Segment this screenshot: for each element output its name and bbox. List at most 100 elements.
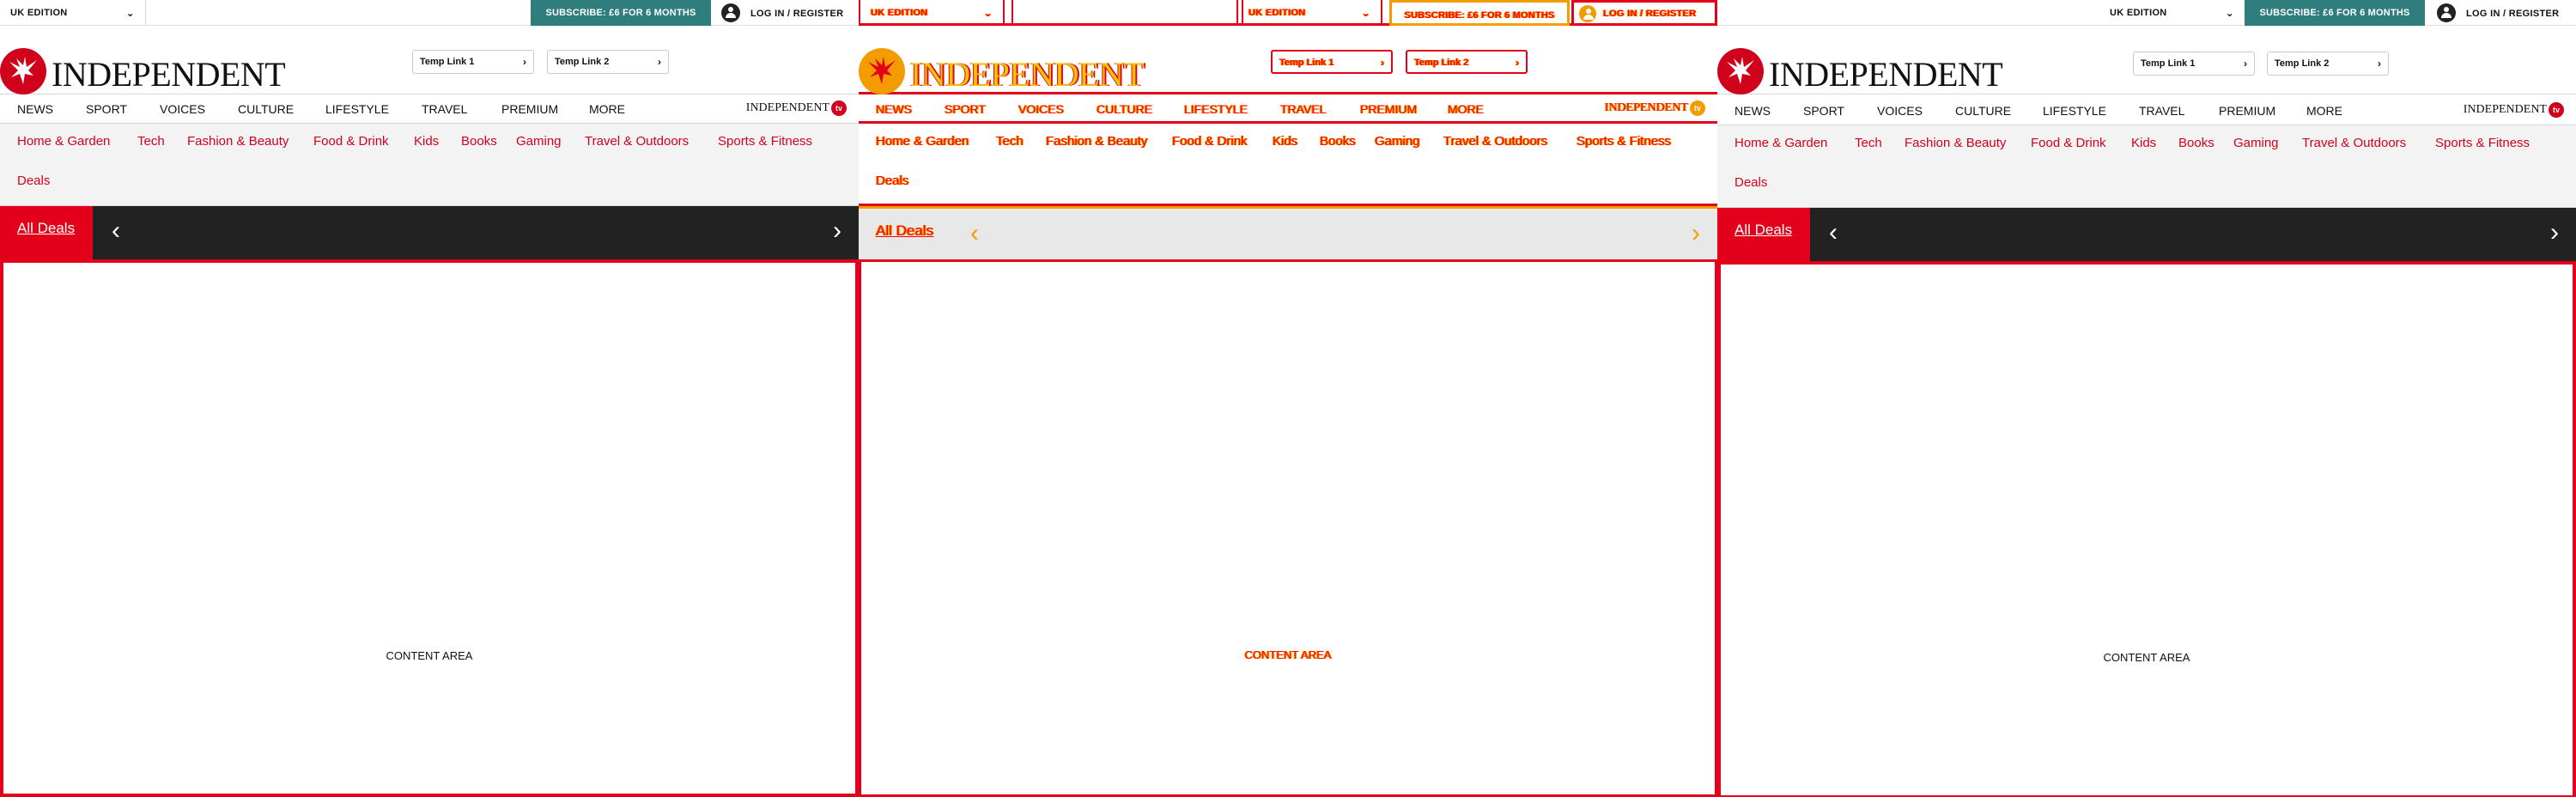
user-icon xyxy=(2437,3,2456,22)
nav-item-voices[interactable]: VOICES xyxy=(160,102,205,116)
subnav-item-kids[interactable]: Kids xyxy=(1273,134,1297,149)
nav-item-sport[interactable]: SPORT xyxy=(86,102,127,116)
content-area: CONTENT AREA xyxy=(859,259,1717,797)
edition-selector[interactable]: UK EDITION ⌄ xyxy=(859,0,1005,25)
subnav-item-travel-outdoors[interactable]: Travel & Outdoors xyxy=(1443,134,1547,149)
nav-item-premium[interactable]: PREMIUM xyxy=(2219,104,2275,118)
subnav-item-deals[interactable]: Deals xyxy=(1735,175,1767,190)
nav-item-more[interactable]: MORE xyxy=(2306,104,2342,118)
subnav-item-books[interactable]: Books xyxy=(461,134,497,149)
chevron-left-icon[interactable]: ‹ xyxy=(112,218,120,244)
chevron-left-icon[interactable]: ‹ xyxy=(1829,220,1838,246)
nav-item-news[interactable]: NEWS xyxy=(1735,104,1771,118)
edition-label: UK EDITION xyxy=(871,8,928,18)
nav-item-culture[interactable]: CULTURE xyxy=(1097,102,1152,116)
nav-item-voices[interactable]: VOICES xyxy=(1018,102,1064,116)
nav-item-sport[interactable]: SPORT xyxy=(1803,104,1844,118)
independent-tv-link[interactable]: INDEPENDENT tv xyxy=(2464,102,2564,118)
login-register-link[interactable]: LOG IN / REGISTER xyxy=(1571,0,1717,26)
independent-tv-link[interactable]: INDEPENDENT tv xyxy=(1605,100,1705,116)
subnav-item-tech[interactable]: Tech xyxy=(1855,136,1882,150)
subnav-item-gaming[interactable]: Gaming xyxy=(516,134,562,149)
subnav-item-fashion-beauty[interactable]: Fashion & Beauty xyxy=(1905,136,2006,150)
all-deals-link[interactable]: All Deals xyxy=(1717,208,1810,261)
chevron-right-icon[interactable]: › xyxy=(1692,221,1700,246)
subnav-item-sports-fitness[interactable]: Sports & Fitness xyxy=(2435,136,2530,150)
deals-carousel-bar: All Deals ‹ › xyxy=(859,206,1717,262)
nav-item-more[interactable]: MORE xyxy=(1448,102,1484,116)
chevron-down-icon: ⌄ xyxy=(983,7,993,19)
itv-label: INDEPENDENT xyxy=(1604,101,1688,115)
temp-link-1[interactable]: Temp Link 1 › xyxy=(412,50,534,74)
temp-link-2[interactable]: Temp Link 2 › xyxy=(547,50,669,74)
login-label: LOG IN / REGISTER xyxy=(2466,9,2560,19)
nav-item-travel[interactable]: TRAVEL xyxy=(1280,102,1326,116)
subnav-item-home-garden[interactable]: Home & Garden xyxy=(1735,136,1827,150)
temp-link-2[interactable]: Temp Link 2 › xyxy=(2267,52,2389,76)
subscribe-button[interactable]: SUBSCRIBE: £6 FOR 6 MONTHS xyxy=(2245,0,2425,26)
subnav-item-sports-fitness[interactable]: Sports & Fitness xyxy=(718,134,812,149)
edition-label: UK EDITION xyxy=(1249,8,1306,18)
nav-item-news[interactable]: NEWS xyxy=(17,102,53,116)
nav-item-lifestyle[interactable]: LIFESTYLE xyxy=(2043,104,2106,118)
nav-item-travel[interactable]: TRAVEL xyxy=(2139,104,2184,118)
subnav-item-deals[interactable]: Deals xyxy=(17,173,50,188)
edition-selector[interactable]: UK EDITION ⌄ xyxy=(2099,0,2245,25)
masthead: INDEPENDENT Temp Link 1 › Temp Link 2 › xyxy=(1717,26,2576,94)
subnav-item-tech[interactable]: Tech xyxy=(137,134,165,149)
itv-label: INDEPENDENT xyxy=(2463,103,2547,117)
logo-wordmark: INDEPENDENT xyxy=(52,55,286,94)
subnav-item-deals[interactable]: Deals xyxy=(876,173,908,188)
subscribe-label: SUBSCRIBE: £6 FOR 6 MONTHS xyxy=(545,8,696,18)
chevron-right-icon[interactable]: › xyxy=(833,218,841,244)
all-deals-link[interactable]: All Deals xyxy=(859,209,951,262)
nav-item-travel[interactable]: TRAVEL xyxy=(422,102,467,116)
subnav-item-books[interactable]: Books xyxy=(1320,134,1356,149)
temp-link-1[interactable]: Temp Link 1 › xyxy=(2133,52,2255,76)
nav-item-sport[interactable]: SPORT xyxy=(945,102,986,116)
main-nav: NEWS SPORT VOICES CULTURE LIFESTYLE TRAV… xyxy=(1717,96,2576,125)
content-area: CONTENT AREA xyxy=(0,259,859,797)
subnav-item-kids[interactable]: Kids xyxy=(414,134,439,149)
subnav-item-home-garden[interactable]: Home & Garden xyxy=(876,134,969,149)
edition-selector[interactable]: UK EDITION ⌄ xyxy=(0,0,146,25)
nav-item-culture[interactable]: CULTURE xyxy=(1955,104,2011,118)
subnav-item-travel-outdoors[interactable]: Travel & Outdoors xyxy=(585,134,689,149)
masthead: INDEPENDENT Temp Link 1 › Temp Link 2 › xyxy=(0,26,859,94)
subnav-item-home-garden[interactable]: Home & Garden xyxy=(17,134,110,149)
subnav-item-food-drink[interactable]: Food & Drink xyxy=(313,134,389,149)
temp-link-1[interactable]: Temp Link 1 › xyxy=(1271,50,1393,74)
subscribe-button[interactable]: SUBSCRIBE: £6 FOR 6 MONTHS xyxy=(531,0,711,26)
nav-item-news[interactable]: NEWS xyxy=(876,102,912,116)
chevron-right-icon: › xyxy=(523,56,526,68)
subnav-item-gaming[interactable]: Gaming xyxy=(1375,134,1420,149)
independent-tv-link[interactable]: INDEPENDENT tv xyxy=(746,100,847,116)
subnav-item-fashion-beauty[interactable]: Fashion & Beauty xyxy=(1046,134,1147,149)
edition-selector-shifted[interactable]: UK EDITION ⌄ xyxy=(1236,0,1382,26)
nav-item-voices[interactable]: VOICES xyxy=(1877,104,1923,118)
subnav-item-travel-outdoors[interactable]: Travel & Outdoors xyxy=(2302,136,2406,150)
all-deals-link[interactable]: All Deals xyxy=(0,206,93,259)
chevron-left-icon[interactable]: ‹ xyxy=(970,221,979,246)
subnav-item-books[interactable]: Books xyxy=(2178,136,2215,150)
nav-item-premium[interactable]: PREMIUM xyxy=(1360,102,1417,116)
subscribe-label: SUBSCRIBE: £6 FOR 6 MONTHS xyxy=(2259,8,2410,18)
nav-item-lifestyle[interactable]: LIFESTYLE xyxy=(1184,102,1248,116)
nav-item-more[interactable]: MORE xyxy=(589,102,625,116)
nav-item-lifestyle[interactable]: LIFESTYLE xyxy=(325,102,389,116)
logo-wordmark: INDEPENDENT xyxy=(910,55,1145,94)
subnav-item-tech[interactable]: Tech xyxy=(996,134,1024,149)
masthead: INDEPENDENT Temp Link 1 › Temp Link 2 › xyxy=(859,26,1717,94)
subscribe-button[interactable]: SUBSCRIBE: £6 FOR 6 MONTHS xyxy=(1389,0,1570,26)
chevron-right-icon[interactable]: › xyxy=(2550,220,2559,246)
temp-link-label: Temp Link 1 xyxy=(2141,58,2196,69)
subnav-item-sports-fitness[interactable]: Sports & Fitness xyxy=(1577,134,1671,149)
nav-item-culture[interactable]: CULTURE xyxy=(238,102,294,116)
nav-item-premium[interactable]: PREMIUM xyxy=(501,102,558,116)
subnav-item-kids[interactable]: Kids xyxy=(2131,136,2156,150)
subnav-item-food-drink[interactable]: Food & Drink xyxy=(1172,134,1248,149)
temp-link-2[interactable]: Temp Link 2 › xyxy=(1406,50,1528,74)
subnav-item-fashion-beauty[interactable]: Fashion & Beauty xyxy=(187,134,289,149)
subnav-item-food-drink[interactable]: Food & Drink xyxy=(2031,136,2106,150)
subnav-item-gaming[interactable]: Gaming xyxy=(2233,136,2279,150)
